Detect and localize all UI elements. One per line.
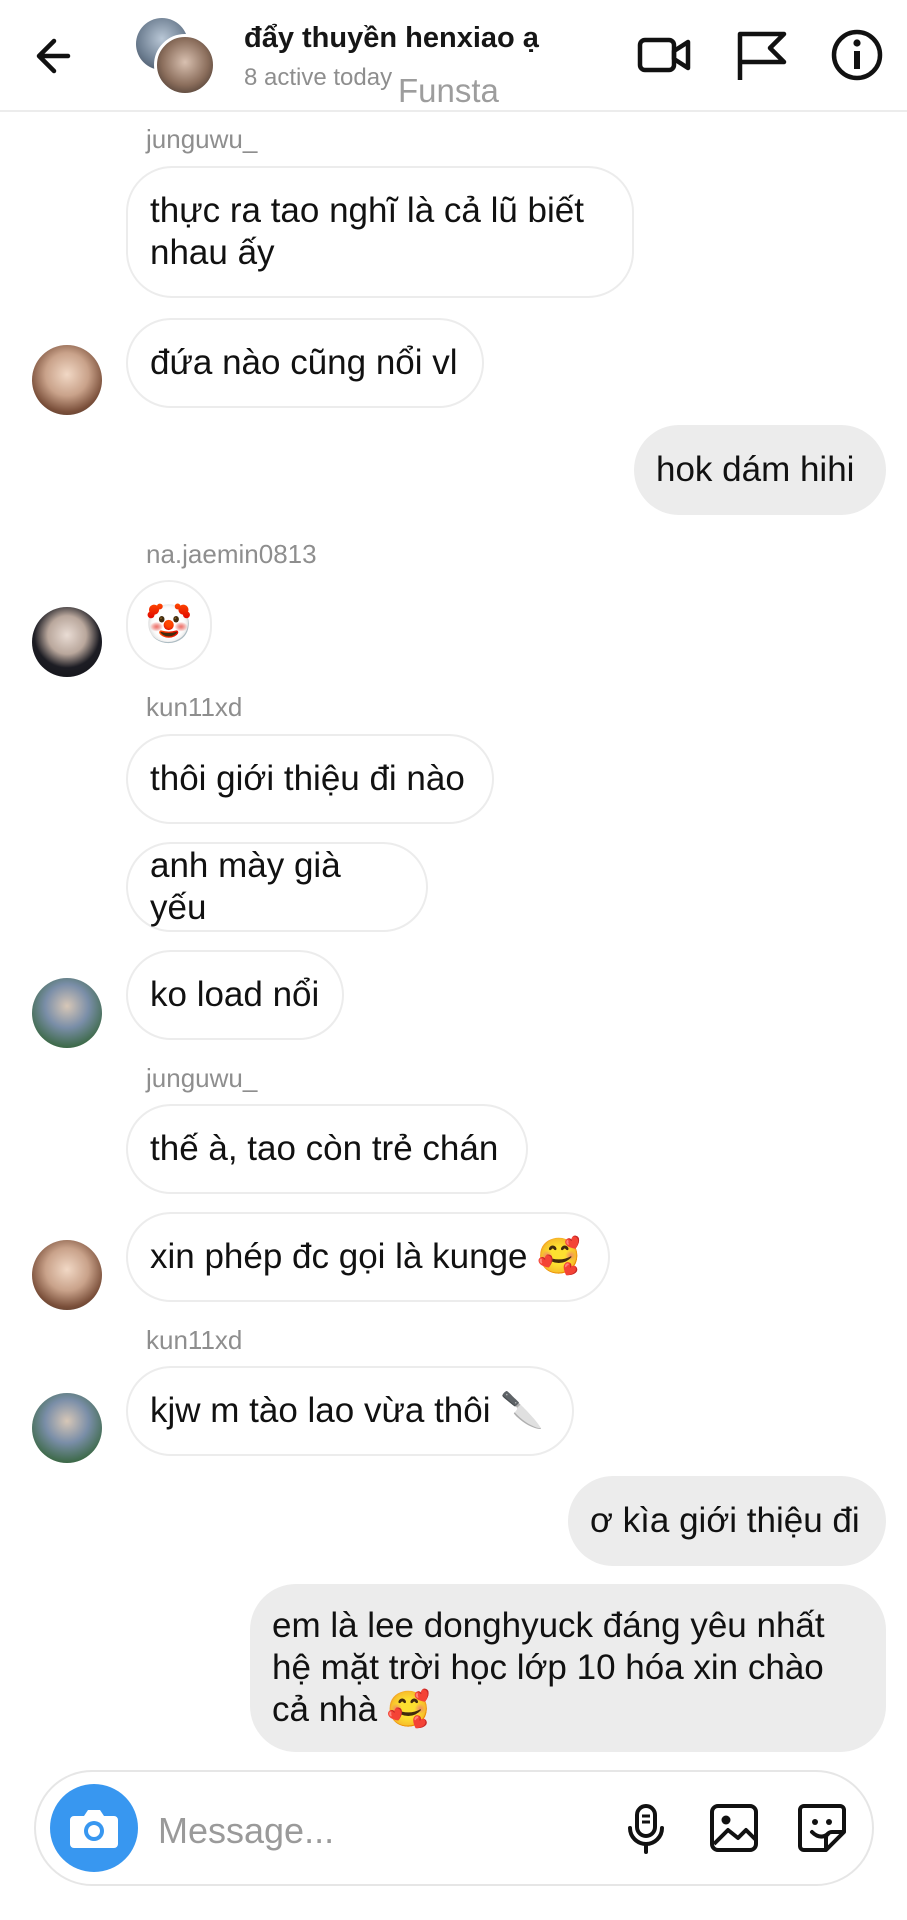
- camera-icon: [70, 1810, 118, 1848]
- watermark: Funsta: [398, 72, 499, 109]
- sender-username: junguwu_: [146, 1063, 258, 1093]
- message-text: thực ra tao nghĩ là cả lũ biết nhau ấy: [150, 191, 584, 272]
- message-text: anh mày già yếu: [150, 846, 351, 927]
- active-status: 8 active today: [244, 64, 393, 91]
- sender-username: junguwu_: [146, 124, 258, 154]
- gallery-icon[interactable]: [704, 1798, 764, 1858]
- sender-username: kun11xd: [146, 1325, 243, 1355]
- message-emoji: 🤡: [145, 604, 193, 646]
- message-bubble-incoming[interactable]: thôi giới thiệu đi nào: [126, 734, 494, 824]
- message-text: thế à, tao còn trẻ chán: [150, 1129, 499, 1168]
- message-text: ko load nổi: [150, 975, 320, 1014]
- message-text: hok dám hihi: [656, 450, 855, 489]
- sender-avatar[interactable]: [32, 978, 102, 1048]
- flag-icon[interactable]: [732, 26, 790, 84]
- message-text: thôi giới thiệu đi nào: [150, 759, 465, 798]
- message-bubble-incoming[interactable]: thế à, tao còn trẻ chán: [126, 1104, 528, 1194]
- info-icon[interactable]: [828, 26, 886, 84]
- message-bubble-incoming[interactable]: thực ra tao nghĩ là cả lũ biết nhau ấy: [126, 166, 634, 298]
- message-text: đứa nào cũng nổi vl: [150, 343, 458, 382]
- sender-avatar[interactable]: [32, 607, 102, 677]
- group-avatar[interactable]: [136, 18, 216, 96]
- sticker-icon[interactable]: [792, 1798, 852, 1858]
- sender-avatar[interactable]: [32, 345, 102, 415]
- message-bubble-outgoing[interactable]: em là lee donghyuck đáng yêu nhất hệ mặt…: [250, 1584, 886, 1752]
- microphone-icon[interactable]: [616, 1798, 676, 1858]
- group-avatar-front: [154, 34, 216, 96]
- back-arrow-icon[interactable]: [30, 30, 82, 82]
- camera-button[interactable]: [50, 1784, 138, 1872]
- video-call-icon[interactable]: [636, 26, 694, 84]
- message-bubble-incoming[interactable]: anh mày già yếu: [126, 842, 428, 932]
- message-bubble-outgoing[interactable]: hok dám hihi: [634, 425, 886, 515]
- message-bubble-incoming[interactable]: đứa nào cũng nổi vl: [126, 318, 484, 408]
- message-bubble-incoming[interactable]: ko load nổi: [126, 950, 344, 1040]
- message-composer: [34, 1770, 874, 1886]
- chat-title[interactable]: đẩy thuyền henxiao ạ: [244, 22, 539, 55]
- message-bubble-outgoing[interactable]: ơ kìa giới thiệu đi: [568, 1476, 886, 1566]
- chat-header: đẩy thuyền henxiao ạ 8 active today Funs…: [0, 0, 907, 112]
- message-text: kjw m tào lao vừa thôi 🔪: [150, 1391, 544, 1430]
- message-input[interactable]: [156, 1802, 600, 1860]
- message-bubble-incoming[interactable]: xin phép đc gọi là kunge 🥰: [126, 1212, 610, 1302]
- sender-avatar[interactable]: [32, 1393, 102, 1463]
- sender-username: kun11xd: [146, 692, 243, 722]
- sender-username: na.jaemin0813: [146, 539, 317, 569]
- message-bubble-incoming[interactable]: kjw m tào lao vừa thôi 🔪: [126, 1366, 574, 1456]
- sender-avatar[interactable]: [32, 1240, 102, 1310]
- message-bubble-incoming[interactable]: 🤡: [126, 580, 212, 670]
- message-text: xin phép đc gọi là kunge 🥰: [150, 1237, 581, 1276]
- message-text: em là lee donghyuck đáng yêu nhất hệ mặt…: [272, 1606, 825, 1729]
- message-text: ơ kìa giới thiệu đi: [590, 1501, 860, 1540]
